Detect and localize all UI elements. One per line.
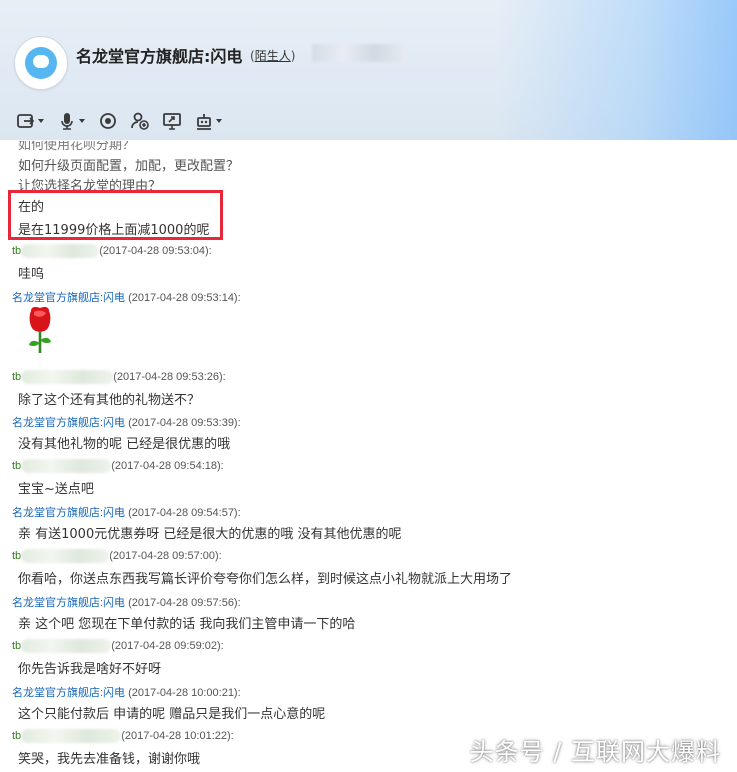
message-text: 这个只能付款后 申请的呢 赠品只是我们一点心意的呢 (18, 707, 326, 722)
blurred-name (21, 370, 114, 384)
message-text: 宝宝~送点吧 (18, 482, 94, 497)
timestamp: (2017-04-28 09:59:02): (111, 639, 224, 652)
share-screen-button[interactable] (16, 110, 45, 132)
blurred-name (21, 244, 100, 258)
robot-button[interactable] (194, 110, 223, 132)
message-text: 哇呜 (18, 267, 45, 282)
camera-icon (100, 113, 116, 129)
remote-desktop-button[interactable] (162, 110, 182, 132)
sender-name[interactable]: tb (12, 730, 21, 742)
watermark: 头条号 / 互联网大爆料 (469, 738, 721, 766)
add-contact-icon (131, 112, 149, 130)
contact-title: 名龙堂官方旗舰店:闪电 (76, 47, 243, 66)
sender-name[interactable]: 名龙堂官方旗舰店:闪电 (12, 687, 125, 699)
blurred-name (21, 639, 112, 653)
message-meta: 名龙堂官方旗舰店:闪电 (2017-04-28 09:53:14): (12, 289, 241, 305)
rose-emoji-icon (20, 305, 60, 357)
toolbar (16, 110, 235, 132)
blurred-name (21, 549, 110, 563)
timestamp: (2017-04-28 09:54:18): (111, 459, 224, 472)
timestamp: (2017-04-28 09:57:00): (109, 549, 222, 562)
highlighted-message: 是在11999价格上面减1000的呢 (18, 223, 210, 238)
sender-name[interactable]: 名龙堂官方旗舰店:闪电 (12, 597, 125, 609)
sender-name[interactable]: 名龙堂官方旗舰店:闪电 (12, 507, 125, 519)
message-meta: tb (2017-04-28 09:53:04): (12, 244, 212, 258)
message-meta: 名龙堂官方旗舰店:闪电 (2017-04-28 09:57:56): (12, 594, 241, 610)
sender-name[interactable]: 名龙堂官方旗舰店:闪电 (12, 292, 125, 304)
message-text: 笑哭，我先去准备钱，谢谢你哦 (18, 752, 201, 767)
timestamp: (2017-04-28 09:53:26): (113, 370, 226, 383)
remote-desktop-icon (163, 113, 181, 130)
message-meta: tb (2017-04-28 09:54:18): (12, 459, 224, 473)
microphone-icon (61, 113, 73, 130)
chevron-down-icon (79, 119, 85, 123)
blurred-name (21, 729, 122, 743)
sender-name[interactable]: tb (12, 245, 21, 257)
relation-tag: (陌生人) (250, 47, 295, 64)
timestamp: (2017-04-28 09:53:39): (128, 417, 241, 429)
message-text: 亲 有送1000元优惠券呀 已经是很大的优惠的哦 没有其他优惠的呢 (18, 527, 402, 542)
sender-name[interactable]: 名龙堂官方旗舰店:闪电 (12, 417, 125, 429)
voice-button[interactable] (57, 110, 86, 132)
sender-name[interactable]: tb (12, 371, 21, 383)
chevron-down-icon (38, 119, 44, 123)
chevron-down-icon (216, 119, 222, 123)
message-meta: tb (2017-04-28 09:59:02): (12, 639, 224, 653)
add-contact-button[interactable] (130, 110, 150, 132)
timestamp: (2017-04-28 10:01:22): (121, 729, 234, 742)
faq-item[interactable]: 如何升级页面配置，加配，更改配置？ (18, 155, 239, 174)
message-meta: 名龙堂官方旗舰店:闪电 (2017-04-28 09:53:39): (12, 414, 241, 430)
message-text: 你看哈，你送点东西我写篇长评价夸夸你们怎么样，到时候这点小礼物就派上大用场了 (18, 572, 513, 587)
stranger-link[interactable]: 陌生人 (255, 49, 291, 63)
timestamp: (2017-04-28 09:57:56): (128, 597, 241, 609)
blurred-name (21, 459, 112, 473)
blurred-contact-id (312, 44, 406, 62)
video-button[interactable] (98, 110, 118, 132)
avatar[interactable] (14, 36, 68, 90)
sender-name[interactable]: tb (12, 460, 21, 472)
message-meta: tb (2017-04-28 10:01:22): (12, 729, 234, 743)
message-text: 除了这个还有其他的礼物送不？ (18, 393, 201, 408)
message-text: 你先告诉我是啥好不好呀 (18, 662, 162, 677)
sender-name[interactable]: tb (12, 550, 21, 562)
message-text: 没有其他礼物的呢 已经是很优惠的哦 (18, 437, 231, 452)
message-text: 亲 这个吧 您现在下单付款的话 我向我们主管申请一下的哈 (18, 617, 356, 632)
header-glow (497, 0, 737, 140)
chat-bubble-icon (33, 55, 49, 68)
chat-header: 名龙堂官方旗舰店:闪电 (陌生人) (0, 0, 737, 140)
message-meta: 名龙堂官方旗舰店:闪电 (2017-04-28 10:00:21): (12, 684, 241, 700)
timestamp: (2017-04-28 09:53:04): (99, 244, 212, 257)
timestamp: (2017-04-28 09:54:57): (128, 507, 241, 519)
timestamp: (2017-04-28 10:00:21): (128, 687, 241, 699)
message-meta: tb (2017-04-28 09:57:00): (12, 549, 222, 563)
sender-name[interactable]: tb (12, 640, 21, 652)
timestamp: (2017-04-28 09:53:14): (128, 292, 241, 304)
message-meta: tb (2017-04-28 09:53:26): (12, 370, 226, 384)
robot-icon (197, 114, 211, 130)
highlighted-message: 在的 (18, 200, 45, 215)
share-screen-icon (17, 114, 35, 128)
relation-close: ) (290, 49, 296, 63)
message-meta: 名龙堂官方旗舰店:闪电 (2017-04-28 09:54:57): (12, 504, 241, 520)
